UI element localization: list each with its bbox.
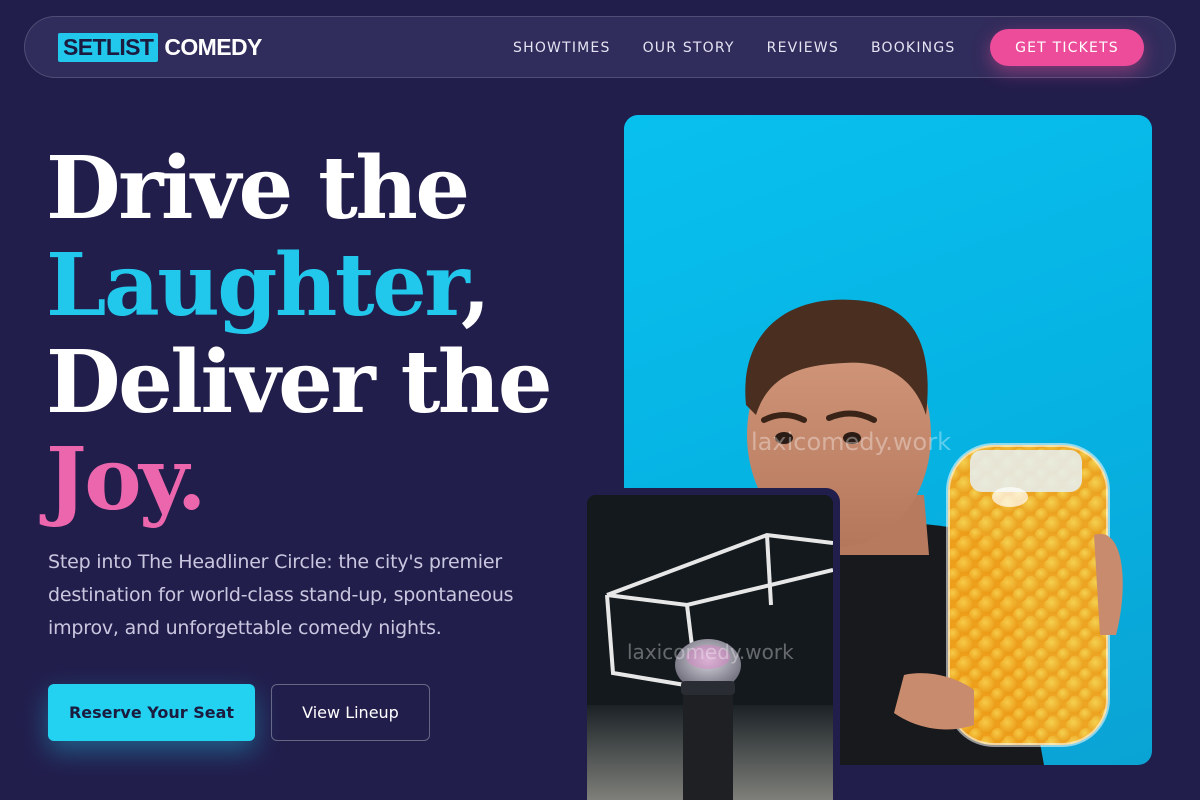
microphone-neon-illustration	[587, 495, 833, 800]
hero-lead-text: Step into The Headliner Circle: the city…	[48, 551, 514, 639]
nav-links: SHOWTIMES OUR STORY REVIEWS BOOKINGS	[513, 17, 987, 79]
nav-link-showtimes[interactable]: SHOWTIMES	[513, 40, 611, 56]
headline-line-2: Laughter,	[46, 237, 606, 334]
brand-logo-box: SETLIST	[58, 32, 159, 62]
brand-logo-word: COMEDY	[164, 33, 262, 60]
site-navbar: SETLIST COMEDY SHOWTIMES OUR STORY REVIE…	[24, 16, 1176, 78]
brand-logo[interactable]: SETLIST COMEDY	[58, 32, 262, 62]
view-lineup-button[interactable]: View Lineup	[271, 684, 430, 741]
nav-link-reviews[interactable]: REVIEWS	[767, 40, 839, 56]
nav-link-our-story[interactable]: OUR STORY	[643, 40, 735, 56]
hero-headline: Drive the Laughter, Deliver the Joy.	[46, 140, 606, 528]
headline-period: .	[176, 429, 207, 530]
microphone-neon-photo: laxicomedy.work	[587, 495, 833, 800]
get-tickets-button[interactable]: GET TICKETS	[990, 29, 1144, 66]
headline-line-4: Joy.	[46, 431, 606, 528]
headline-line-3: Deliver the	[46, 332, 553, 433]
microphone-neon-photo-frame: laxicomedy.work	[580, 488, 840, 800]
nav-link-bookings[interactable]: BOOKINGS	[871, 40, 956, 56]
headline-highlight-joy: Joy	[46, 429, 179, 530]
headline-comma: ,	[460, 235, 491, 336]
headline-line-1: Drive the	[46, 138, 470, 239]
reserve-seat-button[interactable]: Reserve Your Seat	[48, 684, 255, 741]
headline-highlight-laughter: Laughter	[46, 235, 463, 336]
